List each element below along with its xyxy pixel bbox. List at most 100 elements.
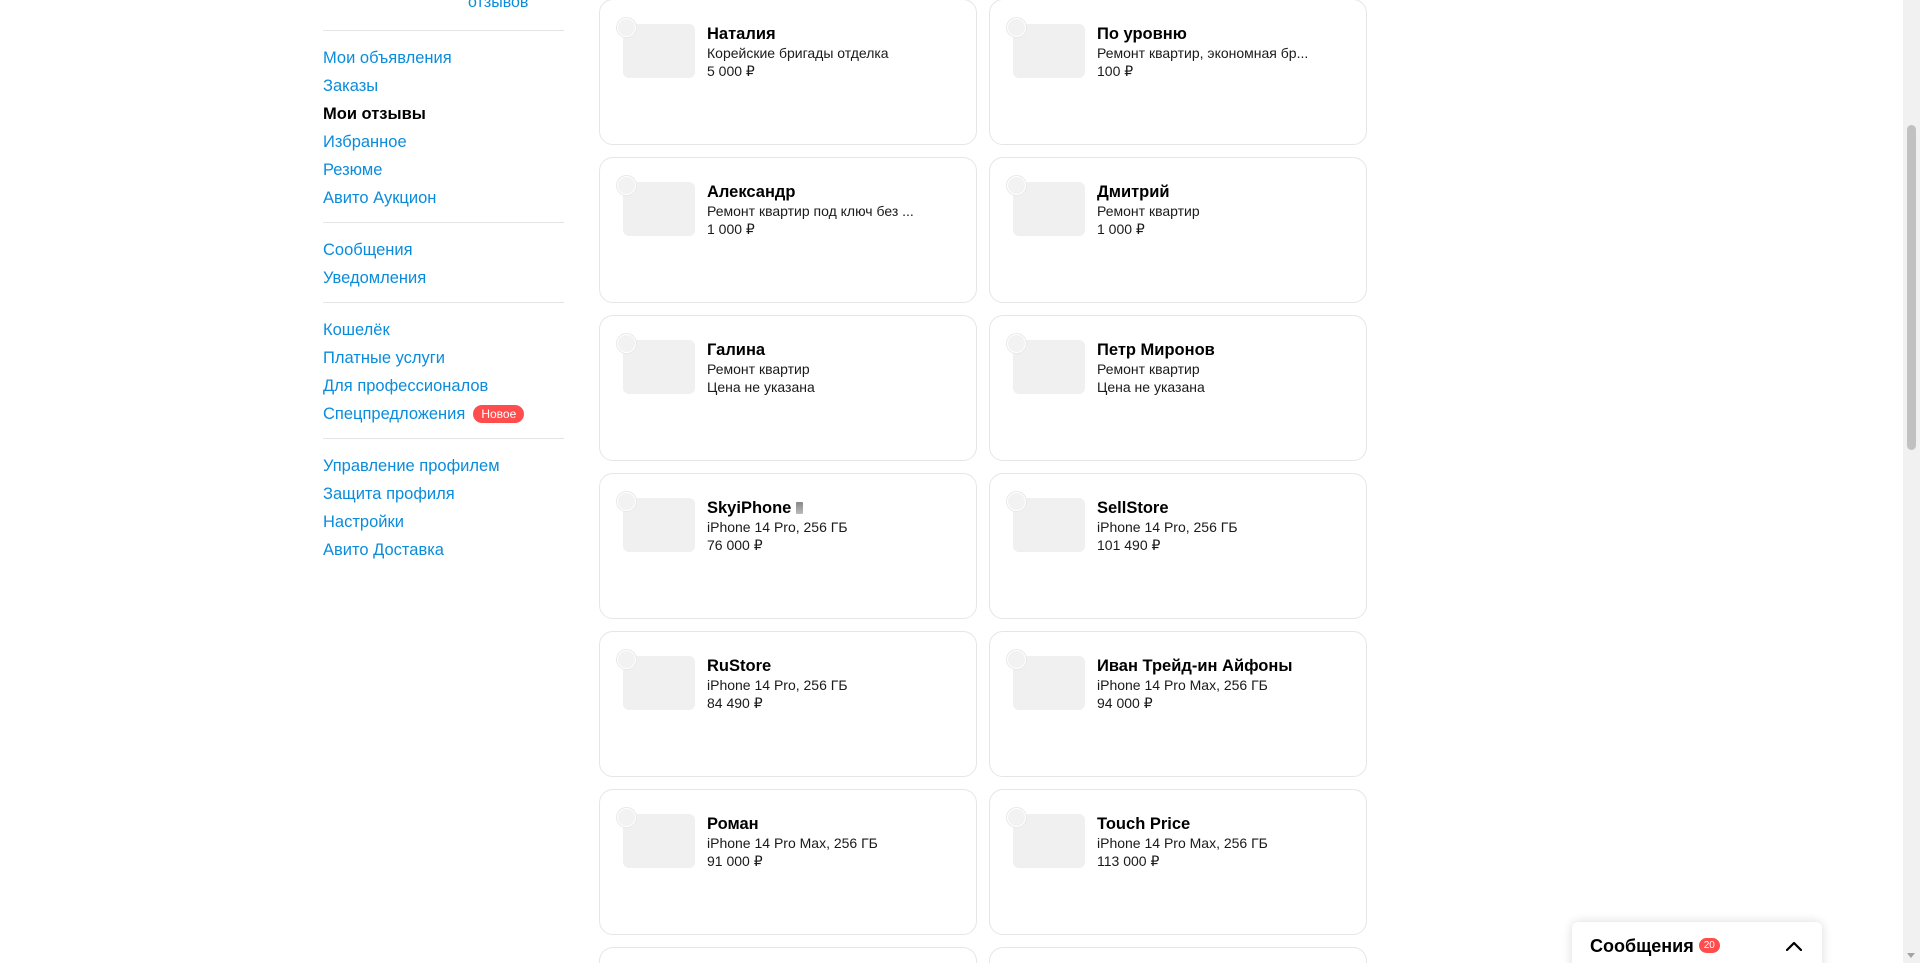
- sidebar-item[interactable]: Защита профиля: [323, 480, 564, 508]
- sidebar-group: Кошелёк Платные услуги Для профессионалов С…: [323, 302, 564, 438]
- card-description: iPhone 14 Pro Max, 256 ГБ: [1097, 835, 1268, 851]
- review-card[interactable]: Дмитрий Ремонт квартир 1 000 ₽: [989, 157, 1367, 303]
- sidebar-item[interactable]: Авито Доставка: [323, 536, 564, 564]
- sidebar-item-label: Настройки: [323, 512, 404, 531]
- card-seller-name-text: Наталия: [707, 25, 776, 43]
- card-seller-name: По уровню: [1097, 24, 1346, 44]
- messages-title: Сообщения: [1590, 935, 1694, 956]
- sidebar-item[interactable]: Платные услуги: [323, 344, 564, 372]
- sidebar-item[interactable]: Избранное: [323, 128, 564, 156]
- card-select-radio[interactable]: [617, 334, 636, 353]
- sidebar-group: Сообщения Уведомления: [323, 222, 564, 302]
- card-seller-name-text: По уровню: [1097, 25, 1187, 43]
- reviews-grid: Наталия Корейские бригады отделка 5 000 ₽ П…: [599, 0, 1367, 963]
- sidebar-group: Управление профилем Защита профиля Настрой…: [323, 438, 564, 574]
- sidebar-item-label: Мои отзывы: [323, 104, 426, 123]
- sidebar-item[interactable]: Настройки: [323, 508, 564, 536]
- chevron-up-icon[interactable]: [1784, 936, 1804, 956]
- card-select-radio[interactable]: [617, 808, 636, 827]
- review-card[interactable]: По уровню Ремонт квартир, экономная бр...…: [989, 0, 1367, 145]
- card-select-radio[interactable]: [1007, 176, 1026, 195]
- card-description: Ремонт квартир: [1097, 361, 1200, 377]
- sidebar-item[interactable]: Управление профилем: [323, 452, 564, 480]
- card-select-radio[interactable]: [1007, 334, 1026, 353]
- card-seller-name-text: Роман: [707, 815, 759, 833]
- card-seller-name-text: Галина: [707, 341, 766, 359]
- card-price: 76 000 ₽: [707, 537, 763, 553]
- card-select-radio[interactable]: [617, 176, 636, 195]
- card-seller-name: Роман: [707, 814, 956, 834]
- review-card[interactable]: Touch Price iPhone 14 Pro Max, 256 ГБ 113 …: [989, 789, 1367, 935]
- scrollbar[interactable]: [1903, 0, 1920, 963]
- card-seller-name-text: Дмитрий: [1097, 183, 1170, 201]
- sidebar-item-label: Авито Аукцион: [323, 188, 437, 207]
- review-card[interactable]: Александр Ремонт квартир под ключ без ...…: [599, 157, 977, 303]
- card-seller-name: SellStore: [1097, 498, 1346, 518]
- sidebar-item[interactable]: Сообщения: [323, 236, 564, 264]
- review-card[interactable]: SellStore iPhone 14 Pro, 256 ГБ 101 490 ₽: [989, 473, 1367, 619]
- review-card[interactable]: Иван Трейд-ин Айфоны iPhone 14 Pro Max, 2…: [989, 631, 1367, 777]
- sidebar-item-label: Авито Доставка: [323, 540, 444, 559]
- card-seller-name-text: SkyiPhone: [707, 499, 792, 517]
- review-card-partial[interactable]: [989, 947, 1367, 963]
- card-price: 91 000 ₽: [707, 853, 763, 869]
- reviews-count-link[interactable]: отзывов: [468, 0, 528, 12]
- sidebar-item[interactable]: Резюме: [323, 156, 564, 184]
- card-select-radio[interactable]: [617, 492, 636, 511]
- card-description: iPhone 14 Pro Max, 256 ГБ: [1097, 677, 1268, 693]
- sidebar-item[interactable]: Заказы: [323, 72, 564, 100]
- review-card[interactable]: RuStore iPhone 14 Pro, 256 ГБ 84 490 ₽: [599, 631, 977, 777]
- card-seller-name: RuStore: [707, 656, 956, 676]
- card-description: iPhone 14 Pro, 256 ГБ: [1097, 519, 1238, 535]
- scroll-down-arrow-icon[interactable]: [1907, 953, 1915, 958]
- card-seller-name: SkyiPhone: [707, 498, 956, 518]
- card-seller-name: Touch Price: [1097, 814, 1346, 834]
- review-card[interactable]: Петр Миронов Ремонт квартир Цена не указан…: [989, 315, 1367, 461]
- messages-widget[interactable]: Сообщения 20: [1572, 922, 1822, 963]
- card-seller-name: Наталия: [707, 24, 956, 44]
- card-seller-name: Дмитрий: [1097, 182, 1346, 202]
- review-card[interactable]: Галина Ремонт квартир Цена не указана: [599, 315, 977, 461]
- scrollbar-thumb[interactable]: [1907, 125, 1916, 450]
- card-body: Наталия Корейские бригады отделка 5 000 ₽: [707, 24, 956, 80]
- sidebar-item[interactable]: Мои объявления: [323, 44, 564, 72]
- card-description: Ремонт квартир под ключ без ...: [707, 203, 914, 219]
- card-price: 84 490 ₽: [707, 695, 763, 711]
- sidebar-item[interactable]: Мои отзывы: [323, 100, 564, 128]
- card-body: Иван Трейд-ин Айфоны iPhone 14 Pro Max, 2…: [1097, 656, 1346, 712]
- review-card[interactable]: SkyiPhone iPhone 14 Pro, 256 ГБ 76 000 ₽: [599, 473, 977, 619]
- card-select-radio[interactable]: [1007, 650, 1026, 669]
- sidebar-groups: Мои объявления Заказы Мои отзывы Избранное Р…: [323, 30, 564, 574]
- card-description: iPhone 14 Pro, 256 ГБ: [707, 677, 848, 693]
- sidebar-item[interactable]: Кошелёк: [323, 316, 564, 344]
- review-card[interactable]: Роман iPhone 14 Pro Max, 256 ГБ 91 000 ₽: [599, 789, 977, 935]
- card-price: 94 000 ₽: [1097, 695, 1153, 711]
- card-select-radio[interactable]: [1007, 808, 1026, 827]
- card-select-radio[interactable]: [1007, 492, 1026, 511]
- card-description: iPhone 14 Pro Max, 256 ГБ: [707, 835, 878, 851]
- sidebar-item-label: Сообщения: [323, 240, 413, 259]
- review-card-partial[interactable]: [599, 947, 977, 963]
- page: отзывов Мои объявления Заказы Мои отзывы Из…: [0, 0, 1920, 963]
- card-seller-name-text: SellStore: [1097, 499, 1169, 517]
- sidebar-item[interactable]: Для профессионалов: [323, 372, 564, 400]
- sidebar-item[interactable]: Авито Аукцион: [323, 184, 564, 212]
- card-seller-name-text: Touch Price: [1097, 815, 1191, 833]
- card-select-radio[interactable]: [617, 18, 636, 37]
- sidebar-item-label: Платные услуги: [323, 348, 446, 367]
- card-seller-name: Александр: [707, 182, 956, 202]
- card-description: Ремонт квартир, экономная бр...: [1097, 45, 1309, 61]
- verified-icon: [796, 502, 804, 514]
- card-select-radio[interactable]: [617, 650, 636, 669]
- sidebar-item[interactable]: Уведомления: [323, 264, 564, 292]
- sidebar-item[interactable]: Спецпредложения Новое: [323, 400, 564, 428]
- card-seller-name-text: Александр: [707, 183, 796, 201]
- sidebar-item-label: Защита профиля: [323, 484, 455, 503]
- card-select-radio[interactable]: [1007, 18, 1026, 37]
- card-seller-name-text: Иван Трейд-ин Айфоны: [1097, 657, 1293, 675]
- card-body: Александр Ремонт квартир под ключ без ...…: [707, 182, 956, 238]
- new-badge: Новое: [473, 405, 525, 423]
- card-price: Цена не указана: [707, 379, 815, 395]
- sidebar-item-label: Кошелёк: [323, 320, 390, 339]
- review-card[interactable]: Наталия Корейские бригады отделка 5 000 ₽: [599, 0, 977, 145]
